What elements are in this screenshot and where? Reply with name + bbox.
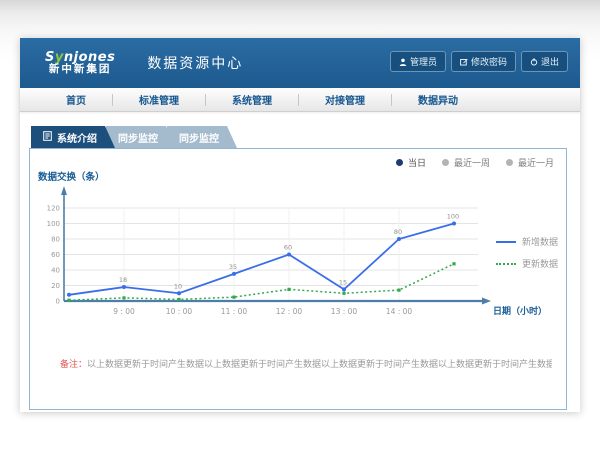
tab-label: 系统介绍 [57, 130, 97, 145]
tab-bar: 系统介绍 同步监控 同步监控 [31, 126, 228, 148]
radio-dot-icon [506, 159, 513, 166]
legend-line-solid-icon [496, 241, 516, 243]
footnote: 备注：以上数据更新于时间产生数据以上数据更新于时间产生数据以上数据更新于时间产生… [60, 357, 552, 370]
nav-item-home[interactable]: 首页 [40, 92, 112, 107]
svg-text:15: 15 [339, 278, 347, 286]
time-range-filter: 当日 最近一周 最近一月 [396, 156, 554, 169]
legend-label: 新增数据 [522, 235, 558, 248]
nav-item-interface-mgmt[interactable]: 对接管理 [299, 92, 391, 107]
svg-text:13 : 00: 13 : 00 [331, 307, 358, 316]
radio-dot-icon [396, 159, 403, 166]
chart-legend: 新增数据 更新数据 [496, 235, 558, 270]
radio-dot-icon [442, 159, 449, 166]
app-window: Synjones 新中新集团 数据资源中心 管理员 修改密码 退出 [20, 38, 580, 412]
tab-system-intro[interactable]: 系统介绍 [31, 126, 115, 148]
y-axis-title: 数据交换（条） [38, 169, 105, 183]
change-password-label: 修改密码 [471, 55, 507, 68]
tab-sync-monitor-1[interactable]: 同步监控 [106, 126, 176, 148]
svg-text:40: 40 [51, 267, 60, 275]
line-chart: 0 20 40 60 80 100 120 9 : 00 10 : 00 11 : 00 12 : … [36, 183, 558, 329]
nav-item-data-change[interactable]: 数据异动 [392, 92, 484, 107]
logout-label: 退出 [541, 55, 559, 68]
logo-text-cn: 新中新集团 [45, 64, 115, 75]
tab-sync-monitor-2[interactable]: 同步监控 [167, 126, 237, 148]
edit-icon [460, 58, 468, 66]
logout-icon [530, 58, 538, 66]
logout-button[interactable]: 退出 [521, 51, 568, 72]
tab-label: 同步监控 [179, 130, 219, 145]
header-actions: 管理员 修改密码 退出 [390, 51, 568, 72]
chart-panel: 当日 最近一周 最近一月 数据交换（条） 0 20 40 60 80 100 120 9 : … [29, 148, 567, 410]
radio-today-label: 当日 [408, 156, 426, 169]
footnote-text: 以上数据更新于时间产生数据以上数据更新于时间产生数据以上数据更新于时间产生数据以… [87, 360, 552, 370]
footnote-prefix: 备注： [60, 360, 87, 370]
svg-text:100: 100 [47, 220, 60, 228]
radio-last-month-label: 最近一月 [518, 156, 554, 169]
document-icon [43, 131, 52, 144]
user-icon [399, 58, 407, 66]
radio-last-month[interactable]: 最近一月 [506, 156, 554, 169]
user-button-label: 管理员 [410, 55, 437, 68]
svg-text:12 : 00: 12 : 00 [276, 307, 303, 316]
svg-text:10 : 00: 10 : 00 [166, 307, 193, 316]
svg-text:80: 80 [51, 236, 60, 244]
nav-item-standard-mgmt[interactable]: 标准管理 [113, 92, 205, 107]
svg-text:11 : 00: 11 : 00 [221, 307, 248, 316]
radio-last-week-label: 最近一周 [454, 156, 490, 169]
svg-text:14 : 00: 14 : 00 [386, 307, 413, 316]
radio-last-week[interactable]: 最近一周 [442, 156, 490, 169]
nav-item-system-mgmt[interactable]: 系统管理 [206, 92, 298, 107]
legend-item-update-data: 更新数据 [496, 257, 558, 270]
svg-text:10: 10 [174, 282, 182, 290]
synjones-logo: Synjones 新中新集团 [45, 51, 115, 76]
svg-text:120: 120 [47, 205, 60, 213]
legend-label: 更新数据 [522, 257, 558, 270]
svg-text:35: 35 [229, 263, 237, 271]
svg-text:20: 20 [51, 282, 60, 290]
header-bar: Synjones 新中新集团 数据资源中心 管理员 修改密码 退出 [20, 38, 580, 88]
legend-line-dotted-icon [496, 263, 516, 265]
tab-label: 同步监控 [118, 130, 158, 145]
svg-text:80: 80 [394, 228, 402, 236]
svg-text:60: 60 [284, 244, 292, 252]
legend-item-new-data: 新增数据 [496, 235, 558, 248]
svg-text:18: 18 [119, 276, 127, 284]
svg-text:60: 60 [51, 251, 60, 259]
svg-text:100: 100 [447, 213, 459, 221]
main-nav: 首页 标准管理 系统管理 对接管理 数据异动 [20, 88, 580, 112]
svg-text:9 : 00: 9 : 00 [113, 307, 135, 316]
svg-text:日期（小时）: 日期（小时） [493, 305, 547, 317]
user-button[interactable]: 管理员 [390, 51, 446, 72]
change-password-button[interactable]: 修改密码 [451, 51, 516, 72]
page-title: 数据资源中心 [133, 53, 243, 73]
svg-text:0: 0 [56, 298, 60, 306]
radio-today[interactable]: 当日 [396, 156, 426, 169]
